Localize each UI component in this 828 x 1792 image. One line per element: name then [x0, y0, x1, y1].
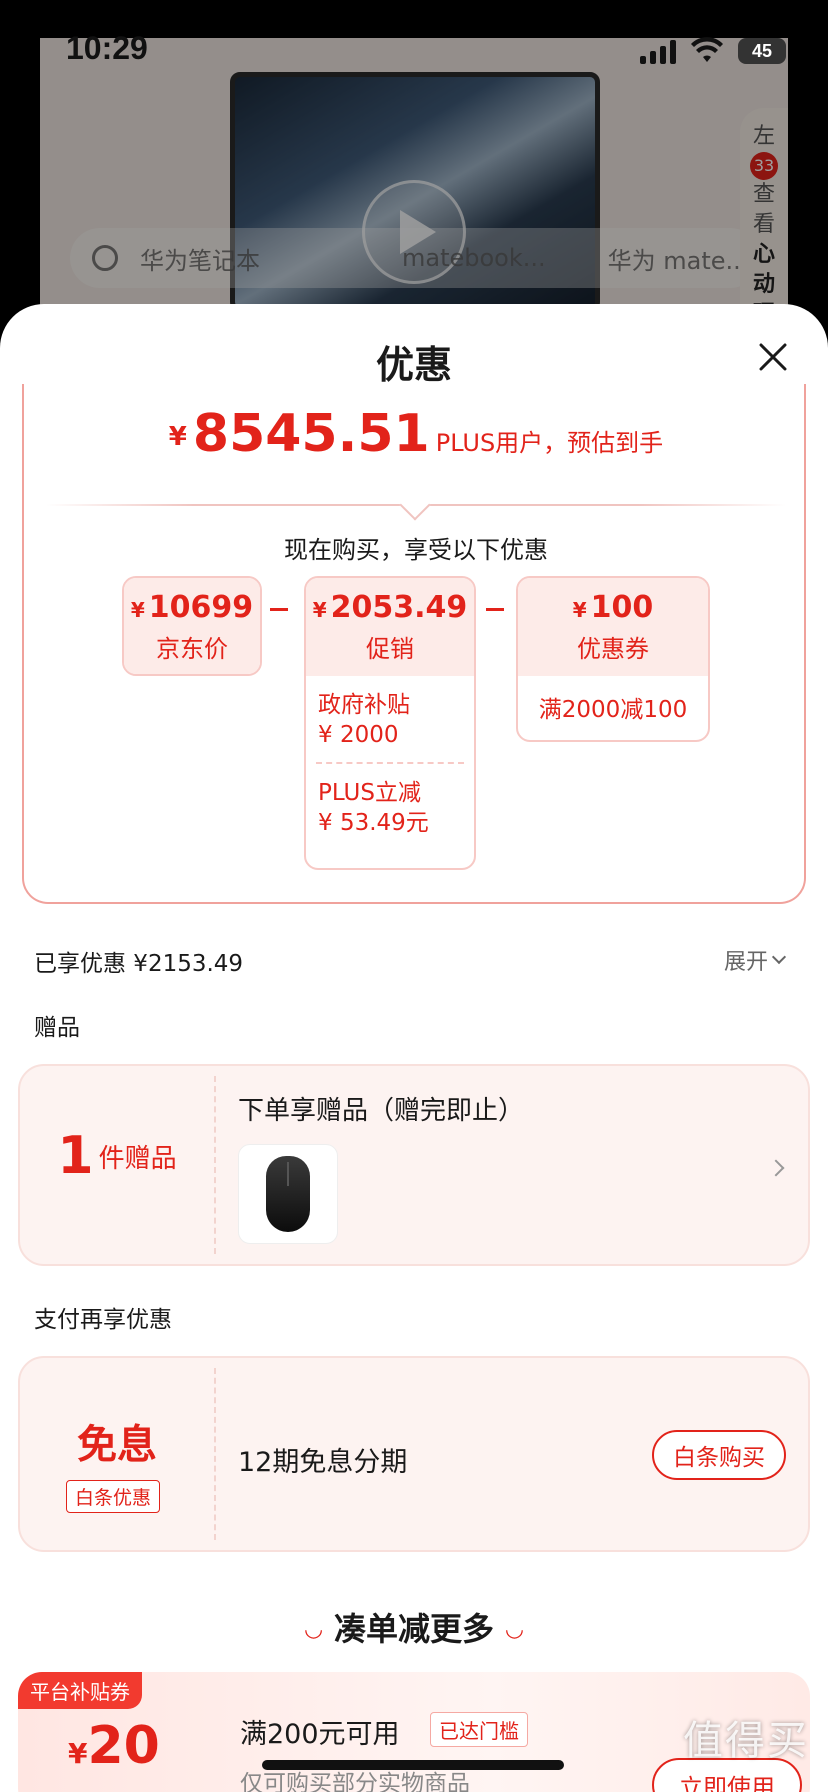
status-bar: 10:29 45 [0, 0, 828, 70]
chevron-right-icon[interactable] [767, 1159, 785, 1177]
promotion-label: 促销 [366, 635, 414, 663]
more-deals-label: 凑单减更多 [333, 1610, 494, 1648]
currency-symbol: ¥ [312, 598, 327, 622]
coupon-amount-value: 20 [87, 1716, 160, 1776]
gift-count-unit: 件赠品 [98, 1144, 177, 1174]
decorative-arc: ◡ [305, 1617, 322, 1642]
coupon-detail: 满2000减100 [538, 697, 688, 723]
gift-thumbnail[interactable] [238, 1144, 338, 1244]
coupon-tag: 平台补贴券 [18, 1672, 142, 1709]
jd-price-value: 10699 [148, 590, 254, 625]
divider-notch [399, 489, 431, 521]
expand-button[interactable]: 展开 [724, 944, 787, 976]
price-breakdown-card: ¥8545.51 PLUS用户，预估到手 现在购买，享受以下优惠 ¥10699 京… [22, 384, 806, 904]
gift-card[interactable]: 1 件赠品 下单享赠品（赠完即止） [18, 1064, 810, 1266]
wifi-icon [691, 37, 723, 62]
coupon-box: ¥100 优惠券 满2000减100 [516, 576, 710, 742]
dashed-divider [214, 1076, 216, 1254]
gift-count-number: 1 [57, 1126, 94, 1186]
status-time: 10:29 [66, 30, 148, 66]
promotion-value: 2053.49 [330, 590, 468, 625]
gift-title: 下单享赠品（赠完即止） [238, 1096, 525, 1126]
minus-sign [486, 608, 504, 611]
baitiao-badge: 白条优惠 [66, 1480, 161, 1513]
coupon-label: 优惠券 [577, 635, 649, 663]
decorative-arc: ◡ [506, 1617, 523, 1642]
discount-subheading: 现在购买，享受以下优惠 [284, 536, 548, 564]
promotion-box: ¥2053.49 促销 政府补贴 ¥ 2000 PLUS立减 ¥ 53.49元 [304, 576, 476, 870]
coupon-amount: ¥20 [68, 1716, 160, 1776]
price-note: PLUS用户，预估到手 [435, 429, 664, 457]
coupon-value: 100 [590, 590, 654, 625]
minus-sign [270, 608, 288, 611]
currency-symbol: ¥ [572, 598, 587, 622]
more-deals-title: ◡ 凑单减更多 ◡ [0, 1604, 828, 1650]
promotion-item-name: 政府补贴 [318, 692, 410, 718]
payment-offer-card: 免息 白条优惠 12期免息分期 白条购买 [18, 1356, 810, 1552]
mouse-image [266, 1156, 310, 1232]
currency-symbol: ¥ [168, 422, 187, 452]
dashed-divider [214, 1368, 216, 1540]
baitiao-buy-button[interactable]: 白条购买 [652, 1430, 786, 1480]
jd-price-label: 京东价 [156, 635, 228, 663]
enjoyed-discount-total: 已享优惠 ¥2153.49 [34, 951, 244, 977]
cellular-signal-icon [640, 40, 676, 64]
battery-icon: 45 [738, 38, 786, 64]
close-icon[interactable] [758, 342, 788, 372]
promotion-item: 政府补贴 ¥ 2000 [306, 676, 474, 750]
free-interest-headline: 免息 [77, 1422, 157, 1468]
threshold-reached-badge: 已达门槛 [430, 1712, 528, 1747]
promotion-item-amount: ¥ 53.49元 [318, 810, 429, 836]
chevron-down-icon [771, 949, 787, 965]
sheet-title: 优惠 [375, 343, 452, 387]
payment-section-title: 支付再享优惠 [34, 1307, 172, 1333]
promotion-item-name: PLUS立减 [318, 780, 421, 806]
coupon-condition: 满200元可用 [240, 1719, 400, 1750]
jd-price-box: ¥10699 京东价 [122, 576, 262, 676]
promotion-item-amount: ¥ 2000 [318, 722, 399, 748]
currency-symbol: ¥ [68, 1737, 88, 1770]
offers-sheet: 优惠 ¥8545.51 PLUS用户，预估到手 现在购买，享受以下优惠 ¥1069… [0, 304, 828, 1792]
estimated-price: ¥8545.51 PLUS用户，预估到手 [24, 404, 808, 464]
promotion-item: PLUS立减 ¥ 53.49元 [306, 764, 474, 838]
installment-description: 12期免息分期 [238, 1447, 408, 1478]
home-indicator[interactable] [262, 1760, 564, 1770]
watermark: 值得买 [683, 1718, 809, 1764]
final-price-value: 8545.51 [192, 404, 430, 464]
currency-symbol: ¥ [130, 598, 145, 622]
expand-label: 展开 [724, 950, 769, 975]
gift-count: 1 件赠品 [20, 1126, 214, 1186]
gifts-section-title: 赠品 [34, 1015, 80, 1041]
